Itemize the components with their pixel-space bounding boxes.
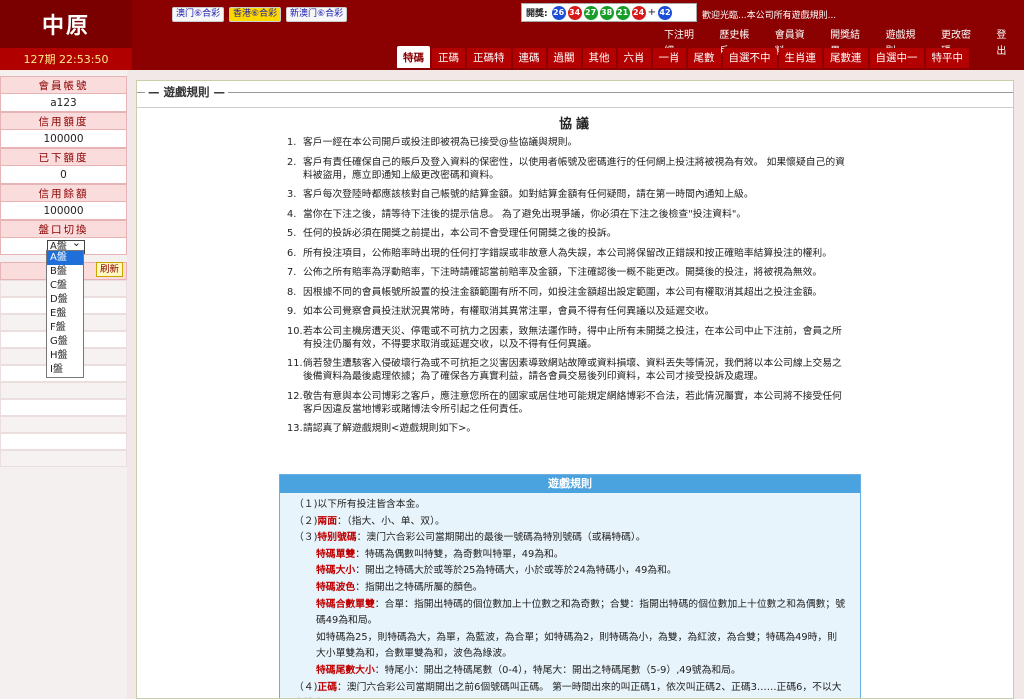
game-rules-box: 遊戲規則 （１)以下所有投注皆含本金。 （２)兩面：（指大、小、单、双）。 （３… xyxy=(279,474,861,698)
market-new-macau[interactable]: 新澳门⑥合彩 xyxy=(286,7,348,22)
tab[interactable]: 正碼特 xyxy=(467,48,511,68)
tab[interactable]: 連碼 xyxy=(512,48,546,68)
balance-label: 信用餘額 xyxy=(0,184,127,202)
rule-line: （４)正碼：澳门六合彩公司當期開出之前6個號碼叫正碼。 第一時間出來的叫正碼1，… xyxy=(294,681,842,693)
tab-special[interactable]: 特碼 xyxy=(397,46,430,68)
rule-line: 特碼波色：指開出之特碼所屬的顏色。 xyxy=(316,581,483,593)
list-item: 3. 客戶每次登陸時都應該核對自己帳號的結算金額。如對結算金額有任何疑問，請在第一… xyxy=(287,189,754,200)
draw-label: 開獎: xyxy=(526,9,548,19)
balance-value: 100000 xyxy=(0,202,127,220)
option[interactable]: I盤 xyxy=(47,363,83,377)
rule-line: 如特碼為25，則特碼為大，為單，為藍波，為合單；如特碼為2，則特碼為小，為雙，為… xyxy=(316,631,838,660)
list-item: 6. 所有投注項目，公佈賠率時出現的任何打字錯誤或非故意人為失誤，本公司將保留改正… xyxy=(287,247,833,259)
ball: 38 xyxy=(599,5,614,20)
list-item: 11. 倘若發生遭駭客入侵破壞行為或不可抗拒之災害因素導致網站故障或資料損壞、資料… xyxy=(287,358,842,382)
rule-line: 特碼單雙：特碼為偶數叫特雙，為奇數叫特單，49為和。 xyxy=(316,548,564,560)
member-value: a123 xyxy=(0,94,127,112)
list-item: 8. 因根據不同的會員帳號所設置的投注金額範圍有所不同，如投注金額超出設定範圍，本… xyxy=(287,286,823,298)
game-tabs: 特碼 正碼 正碼特 連碼 過關 其他 六肖 一肖 尾數 自選不中 生肖連 尾數連… xyxy=(397,46,969,68)
rule-line: （３)特别號碼：澳门六合彩公司當期開出的最後一號碼為特別號碼（或稱特碼）。 xyxy=(294,532,646,544)
tab[interactable]: 自選不中 xyxy=(722,48,777,68)
tab[interactable]: 特平中 xyxy=(925,48,969,68)
sidebar-blank-row xyxy=(0,450,127,467)
rule-line: 特碼尾數大小：特尾小：開出之特碼尾數（0-4），特尾大：開出之特碼尾數（5-9）… xyxy=(316,664,741,676)
rule-line: （２)兩面：（指大、小、单、双）。 xyxy=(294,515,445,527)
game-rules-title: 遊戲規則 xyxy=(280,475,860,493)
option[interactable]: F盤 xyxy=(47,321,83,335)
rule-line: 特碼合數單雙：合單：指開出特碼的個位數加上十位數之和為奇數；合雙：指開出特碼的個… xyxy=(316,598,846,627)
list-item: 5. 任何的投訴必須在開獎之前提出，本公司不會受理任何開獎之後的投訴。 xyxy=(287,228,617,239)
list-item: 4. 當你在下注之後，請等待下注後的提示信息。 為了避免出現爭議，你必須在下注之後… xyxy=(287,208,747,220)
plus-sign: + xyxy=(647,7,656,18)
option[interactable]: A盤 xyxy=(47,251,83,265)
plate-dropdown[interactable]: A盤 B盤 C盤 D盤 E盤 F盤 G盤 H盤 I盤 xyxy=(46,250,84,378)
tab[interactable]: 尾數連 xyxy=(824,48,868,68)
ball: 42 xyxy=(658,5,672,20)
tab[interactable]: 尾數 xyxy=(687,48,721,68)
ball: 21 xyxy=(615,5,630,20)
switch-label: 盤口切換 xyxy=(0,220,127,238)
option[interactable]: E盤 xyxy=(47,307,83,321)
agreement-title: 協議 xyxy=(558,117,593,132)
list-item: 13. 請認真了解遊戲規則<遊戲規則如下>。 xyxy=(287,423,477,434)
period-clock: 127期 22:53:50 xyxy=(0,48,132,70)
tab[interactable]: 自選中一 xyxy=(869,48,924,68)
ball: 24 xyxy=(631,5,646,20)
list-item: 7. 公佈之所有賠率為浮動賠率，下注時請確認當前賠率及金額，下注確認後一概不能更改… xyxy=(287,267,823,278)
credit-label: 信用額度 xyxy=(0,112,127,130)
bet-value: 0 xyxy=(0,166,127,184)
refresh-button[interactable]: 刷新 xyxy=(96,262,124,277)
list-item: 9. 如本公司覺察會員投注狀況異常時，有權取消其異常注單，會員不得有任何異議以及延… xyxy=(287,306,715,317)
divider xyxy=(137,107,1013,108)
game-rules-content: （１)以下所有投注皆含本金。 （２)兩面：（指大、小、单、双）。 （３)特别號碼… xyxy=(280,493,860,698)
rule-line: 特碼大小：開出之特碼大於或等於25為特碼大，小於或等於24為特碼小，49為和。 xyxy=(316,565,677,577)
tab[interactable]: 生肖連 xyxy=(778,48,822,68)
bet-label: 已下額度 xyxy=(0,148,127,166)
tab[interactable]: 其他 xyxy=(582,48,616,68)
rule-line: （１)以下所有投注皆含本金。 xyxy=(294,499,426,510)
agreement-list: 1. 客戶一經在本公司開戶或投注即被視為已接受@些協議與規則。 2. 客戶有責任確保… xyxy=(287,136,847,442)
tab[interactable]: 一肖 xyxy=(652,48,686,68)
list-item: 10. 若本公司主機房遭天災、停電或不可抗力之因素，致無法運作時，得中止所有未開獎… xyxy=(287,325,842,350)
option[interactable]: B盤 xyxy=(47,265,83,279)
logo: 中原 xyxy=(0,0,132,48)
market-hongkong[interactable]: 香港⑥合彩 xyxy=(229,7,282,22)
option[interactable]: H盤 xyxy=(47,349,83,363)
list-item: 1. 客戶一經在本公司開戶或投注即被視為已接受@些協議與規則。 xyxy=(287,137,578,148)
member-label: 會員帳號 xyxy=(0,76,127,94)
market-macau[interactable]: 澳门⑥合彩 xyxy=(172,7,225,22)
tab[interactable]: 過關 xyxy=(547,48,581,68)
panel-title: — 遊戲規則 — xyxy=(145,84,229,100)
tab[interactable]: 正碼 xyxy=(432,48,465,68)
sidebar-blank-row xyxy=(0,399,127,416)
ball: 26 xyxy=(551,5,566,20)
tab[interactable]: 六肖 xyxy=(617,48,651,68)
top-bar: 中原 127期 22:53:50 澳门⑥合彩 香港⑥合彩 新澳门⑥合彩 開獎: … xyxy=(0,0,1024,70)
announcement-marquee: 歡迎光臨...本公司所有遊戲規則... xyxy=(702,11,837,21)
credit-value: 100000 xyxy=(0,130,127,148)
rules-panel: — 遊戲規則 — 協議 1. 客戶一經在本公司開戶或投注即被視為已接受@些協議與規… xyxy=(136,80,1014,699)
list-item: 2. 客戶有責任確保自己的賬戶及登入資料的保密性，以使用者帳號及密碼進行的任何網上… xyxy=(287,156,845,181)
option[interactable]: D盤 xyxy=(47,293,83,307)
sidebar-blank-row xyxy=(0,416,127,433)
ball: 34 xyxy=(567,5,582,20)
list-item: 12. 敬告有意與本公司博彩之客戶，應注意您所在的國家或居住地可能規定網絡博彩不合… xyxy=(287,390,842,415)
option[interactable]: C盤 xyxy=(47,279,83,293)
ball: 27 xyxy=(583,5,598,20)
option[interactable]: G盤 xyxy=(47,335,83,349)
draw-result: 開獎: 26 34 27 38 21 24 + 42 xyxy=(521,3,697,22)
sidebar-blank-row xyxy=(0,382,127,399)
sidebar-blank-row xyxy=(0,433,127,450)
divider xyxy=(137,92,1013,93)
nav-logout[interactable]: 登出 xyxy=(988,28,1024,60)
